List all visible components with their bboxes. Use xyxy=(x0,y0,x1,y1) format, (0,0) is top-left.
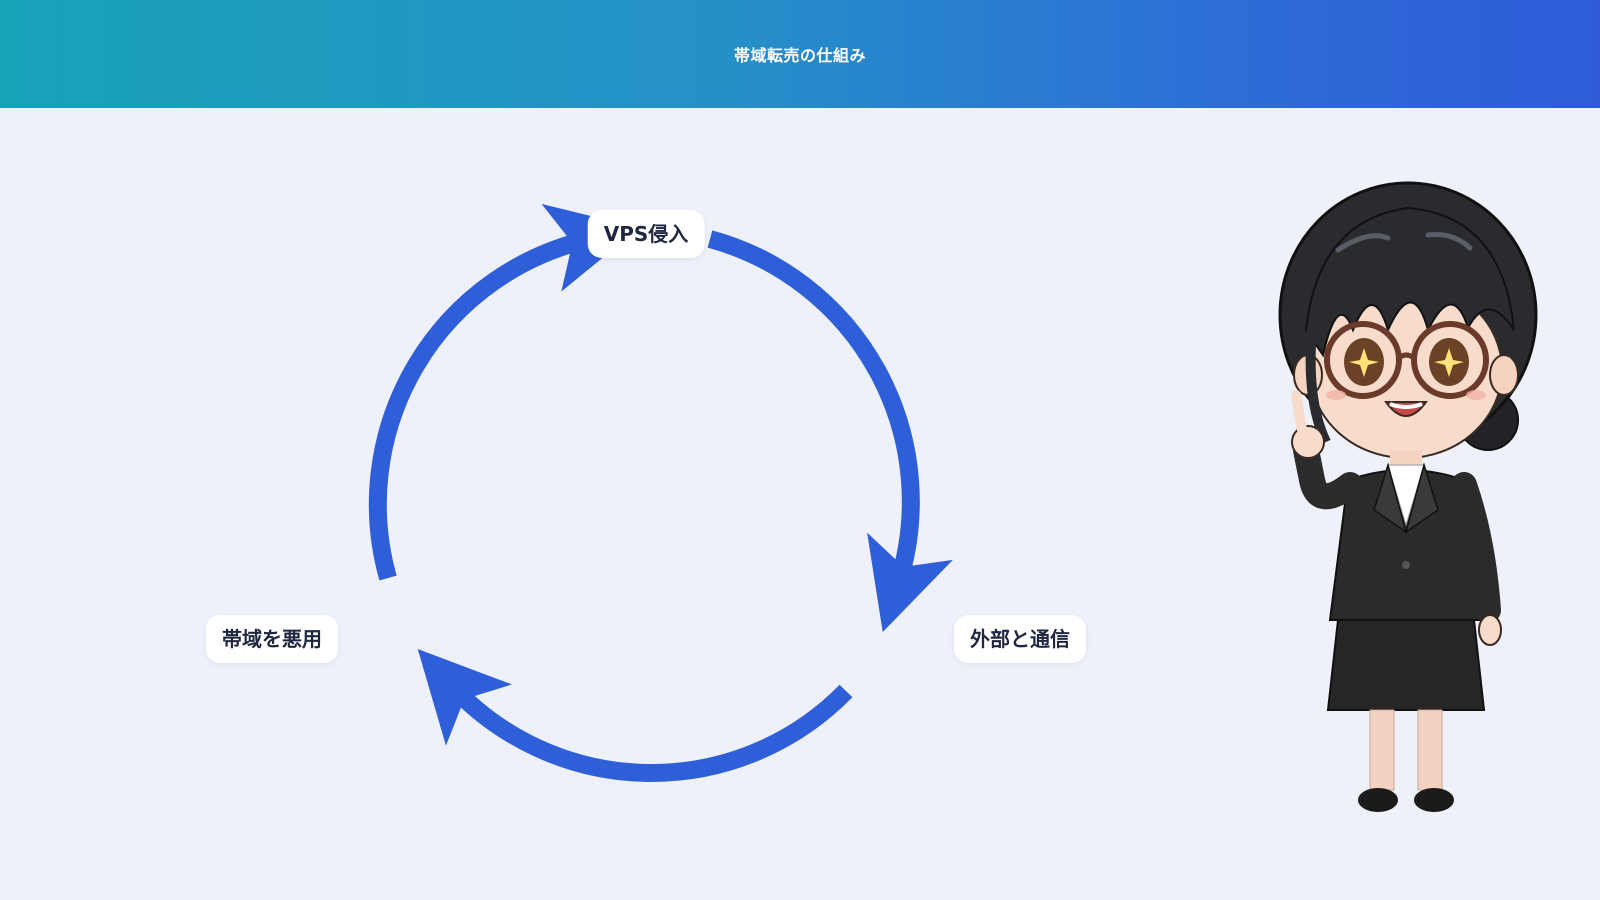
arrow-abuse-to-vps xyxy=(368,203,640,581)
node-bandwidth-abuse: 帯域を悪用 xyxy=(206,615,338,663)
arrow-vps-to-external xyxy=(707,230,953,633)
node-vps-intrusion: VPS侵入 xyxy=(587,210,705,258)
page-title: 帯域転売の仕組み xyxy=(733,46,866,65)
header-bar: 帯域転売の仕組み xyxy=(0,0,1600,108)
node-external-communication: 外部と通信 xyxy=(954,615,1086,663)
businesswoman-mascot-icon xyxy=(1278,181,1538,812)
arrow-external-to-abuse xyxy=(417,649,853,782)
